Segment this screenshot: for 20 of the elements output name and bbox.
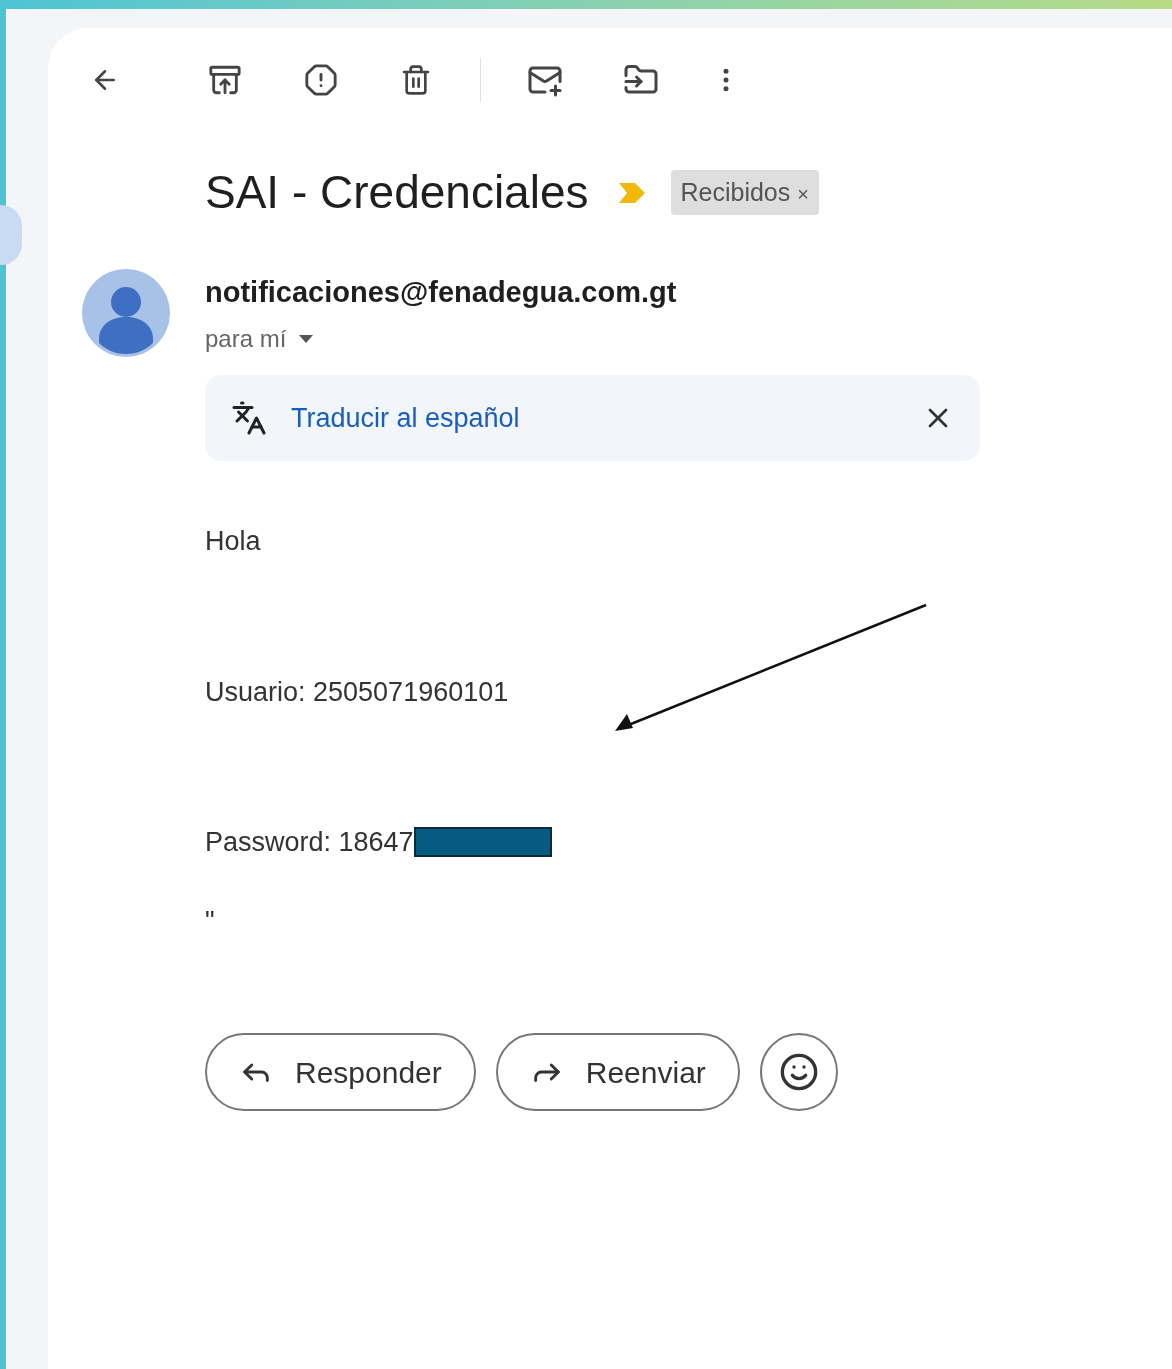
sender-email: notificaciones@fenadegua.com.gt [205, 275, 677, 310]
spam-icon[interactable] [304, 63, 338, 97]
emoji-button[interactable] [759, 1033, 838, 1111]
archive-icon[interactable] [208, 63, 242, 97]
avatar-icon [82, 269, 170, 357]
body-text: Password: 18647 [205, 826, 414, 859]
dropdown-caret-icon[interactable] [298, 333, 315, 344]
translate-icon [231, 400, 267, 436]
body-text: Hola [205, 526, 261, 556]
body-text: " [205, 905, 215, 936]
forward-button[interactable]: Reenviar [495, 1033, 740, 1111]
translate-link[interactable]: Traducir al español [291, 397, 520, 439]
importance-marker-icon[interactable] [616, 180, 647, 205]
email-subject: SAI - Credenciales [205, 165, 589, 220]
body-text: Usuario: 2505071960101 [205, 676, 509, 707]
reply-button[interactable]: Responder [205, 1033, 476, 1111]
label-chip[interactable]: Recibidos × [670, 169, 819, 216]
recipient-text: para mí [205, 323, 287, 354]
smiley-icon [778, 1052, 819, 1092]
delete-icon[interactable] [400, 64, 432, 96]
